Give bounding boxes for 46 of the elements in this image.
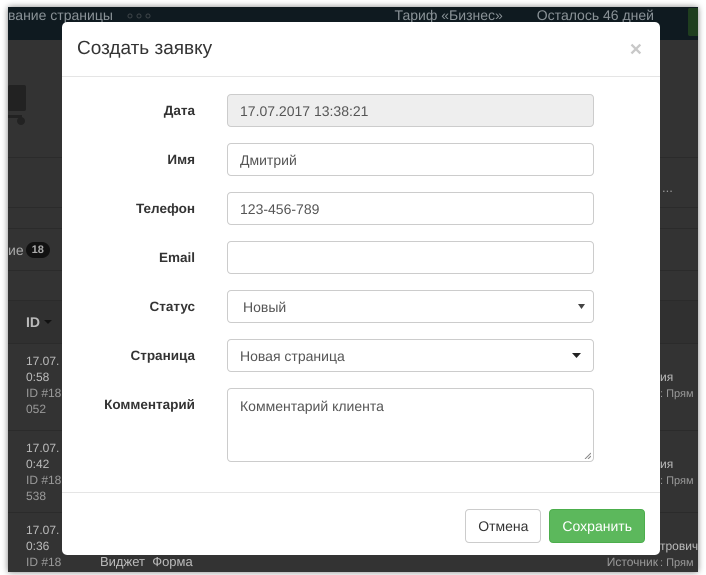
caret-icon <box>572 353 581 358</box>
days-left: Осталось 46 дней <box>536 8 654 22</box>
comment-field[interactable]: Комментарий клиента <box>227 388 594 462</box>
row-text: 052 <box>26 401 48 417</box>
input-field[interactable] <box>227 241 594 274</box>
row-text: : Прям <box>660 556 695 571</box>
row-text: ия <box>660 369 674 386</box>
row-text: ID #18 <box>26 385 62 401</box>
field-label: Комментарий <box>103 396 195 414</box>
resize-icon[interactable] <box>584 452 591 459</box>
field-label: Email <box>158 249 195 267</box>
field-label: Страница <box>129 347 195 365</box>
row-text: 0:58 <box>26 369 50 385</box>
row-text: 0:42 <box>26 456 50 472</box>
row-text: : Прям <box>660 387 695 402</box>
page-title: вание страницы <box>8 8 113 22</box>
caret-icon <box>578 304 585 309</box>
row-text: 0:36 <box>26 538 50 554</box>
input-field[interactable]: 123-456-789 <box>227 192 594 225</box>
row-text: трович <box>660 538 698 555</box>
modal-title: Создать заявку <box>77 38 212 60</box>
field-label: Имя <box>166 151 195 169</box>
row-text: ия <box>660 456 674 473</box>
row-text: 17.07. <box>26 353 60 369</box>
column-header[interactable]: ID <box>26 314 40 330</box>
cancel-button[interactable]: Отмена <box>465 509 542 543</box>
row-text: ID #18 <box>26 472 62 488</box>
row-text: 17.07. <box>26 522 60 538</box>
source-text: Источник <box>606 555 658 570</box>
row-text: ID #18 <box>26 554 62 570</box>
cut-button[interactable] <box>688 8 698 36</box>
row-text: 538 <box>26 488 48 504</box>
plan-label: Тариф «Бизнес» <box>394 8 503 22</box>
count-badge: 18 <box>26 242 50 258</box>
dots-icon[interactable] <box>126 13 151 19</box>
field-label: Дата <box>162 102 195 120</box>
input-field[interactable]: Дмитрий <box>227 143 594 176</box>
widget-text: Виджет Форма <box>100 554 193 570</box>
field-label: Телефон <box>134 200 195 218</box>
row-text: : Прям <box>660 474 695 489</box>
tab-label: ие <box>8 242 24 258</box>
row-text: 17.07. <box>26 440 60 456</box>
more-text: ... <box>662 180 673 195</box>
select-field[interactable]: Новый <box>227 290 594 323</box>
field-label: Статус <box>148 298 195 316</box>
dropdown-field[interactable]: Новая страница <box>227 339 594 372</box>
